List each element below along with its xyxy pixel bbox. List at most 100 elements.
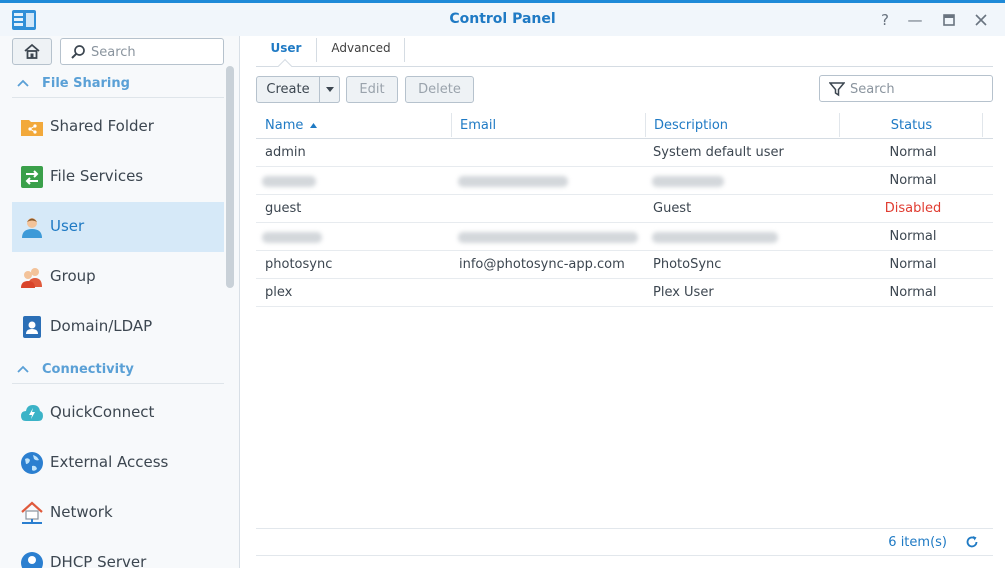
table-row[interactable]: Normal: [256, 167, 993, 195]
sidebar-item-group[interactable]: Group: [12, 252, 224, 302]
cell-name: guest: [265, 201, 302, 216]
column-divider[interactable]: [645, 113, 646, 137]
cell-status: Disabled: [884, 201, 942, 216]
section-file-sharing[interactable]: File Sharing: [12, 70, 224, 98]
sidebar-item-label: File Services: [50, 167, 144, 185]
filter-icon: [829, 82, 845, 97]
table-row[interactable]: admin System default user Normal: [256, 139, 993, 167]
close-button[interactable]: [972, 11, 990, 29]
tab-label: Advanced: [331, 41, 391, 55]
column-header-status[interactable]: Status: [840, 118, 983, 133]
sidebar-search-placeholder: Search: [91, 45, 136, 60]
create-button-label: Create: [266, 82, 310, 97]
create-dropdown-button[interactable]: [319, 76, 340, 103]
cell-description: PhotoSync: [653, 257, 722, 272]
redacted-description: [652, 176, 724, 187]
group-icon: [21, 268, 42, 288]
cell-description: Guest: [653, 201, 692, 216]
table-row[interactable]: plex Plex User Normal: [256, 279, 993, 307]
tab-divider: [404, 38, 405, 62]
cell-name: plex: [265, 285, 293, 300]
dhcp-server-icon: [21, 552, 43, 568]
home-icon: [24, 43, 40, 59]
cell-description: Plex User: [653, 285, 714, 300]
sidebar-scrollbar[interactable]: [226, 66, 234, 288]
sidebar-item-dhcp-server[interactable]: DHCP Server: [12, 538, 224, 568]
sidebar-item-user[interactable]: User: [12, 202, 224, 252]
table-row[interactable]: guest Guest Disabled: [256, 195, 993, 223]
sidebar-item-shared-folder[interactable]: Shared Folder: [12, 102, 224, 152]
sidebar-item-label: Domain/LDAP: [50, 317, 153, 335]
user-search-input[interactable]: Search: [819, 75, 993, 102]
window-title: Control Panel: [449, 11, 556, 27]
external-access-icon: [21, 452, 43, 474]
redacted-name: [262, 232, 322, 243]
maximize-button[interactable]: [940, 11, 958, 29]
sidebar-item-label: Shared Folder: [50, 117, 154, 135]
sidebar-item-network[interactable]: Network: [12, 488, 224, 538]
sidebar-item-quickconnect[interactable]: QuickConnect: [12, 388, 224, 438]
item-count: 6 item(s): [888, 535, 947, 550]
column-header-description[interactable]: Description: [654, 118, 728, 133]
redacted-name: [262, 176, 316, 187]
help-icon: ?: [881, 11, 889, 29]
sidebar-item-label: User: [50, 217, 85, 235]
user-table: Name Email Description Status admin Syst…: [256, 111, 993, 307]
network-icon: [21, 501, 43, 524]
sidebar-item-label: Network: [50, 503, 113, 521]
refresh-icon[interactable]: [965, 535, 979, 549]
cell-status: Normal: [889, 285, 937, 300]
sidebar-item-external-access[interactable]: External Access: [12, 438, 224, 488]
cell-description: System default user: [653, 145, 784, 160]
redacted-email: [458, 232, 638, 243]
tab-label: User: [270, 41, 302, 55]
cell-status: Normal: [889, 145, 937, 160]
column-divider[interactable]: [982, 113, 983, 137]
delete-button[interactable]: Delete: [405, 76, 474, 103]
cell-name: admin: [265, 145, 306, 160]
sidebar-item-file-services[interactable]: File Services: [12, 152, 224, 202]
close-icon: [975, 14, 987, 26]
maximize-icon: [943, 14, 955, 26]
home-button[interactable]: [12, 38, 52, 65]
sidebar: Search File Sharing Shared Folder File S…: [0, 36, 240, 568]
section-title: Connectivity: [42, 362, 134, 377]
sidebar-search-input[interactable]: Search: [60, 38, 224, 65]
chevron-up-icon: [17, 365, 29, 373]
table-footer: 6 item(s): [256, 528, 993, 556]
cell-status: Normal: [889, 257, 937, 272]
sidebar-item-label: DHCP Server: [50, 553, 147, 568]
sidebar-item-domain-ldap[interactable]: Domain/LDAP: [12, 302, 224, 352]
sort-ascending-icon: [309, 123, 317, 128]
cell-name: photosync: [265, 257, 333, 272]
column-divider[interactable]: [451, 113, 452, 137]
chevron-up-icon: [17, 79, 29, 87]
user-icon: [22, 218, 42, 238]
table-row[interactable]: photosync info@photosync-app.com PhotoSy…: [256, 251, 993, 279]
quickconnect-icon: [21, 405, 43, 421]
user-search-placeholder: Search: [850, 82, 895, 97]
cell-email: info@photosync-app.com: [459, 257, 625, 272]
redacted-description: [652, 232, 778, 243]
redacted-email: [458, 176, 568, 187]
caret-down-icon: [325, 87, 334, 92]
file-services-icon: [21, 166, 43, 188]
tab-advanced[interactable]: Advanced: [317, 36, 405, 67]
table-header: Name Email Description Status: [256, 111, 993, 139]
section-title: File Sharing: [42, 76, 130, 91]
delete-button-label: Delete: [418, 82, 461, 97]
sidebar-item-label: QuickConnect: [50, 403, 155, 421]
sidebar-item-label: Group: [50, 267, 96, 285]
minimize-button[interactable]: —: [906, 11, 924, 29]
column-header-email[interactable]: Email: [460, 118, 496, 133]
title-bar: Control Panel ? —: [0, 0, 1005, 36]
minimize-icon: —: [907, 11, 923, 29]
tab-bar: User Advanced: [256, 36, 993, 74]
table-row[interactable]: Normal: [256, 223, 993, 251]
help-button[interactable]: ?: [876, 11, 894, 29]
section-connectivity[interactable]: Connectivity: [12, 356, 224, 384]
edit-button[interactable]: Edit: [346, 76, 398, 103]
search-icon: [71, 45, 85, 59]
edit-button-label: Edit: [359, 82, 385, 97]
column-header-name[interactable]: Name: [265, 118, 317, 133]
